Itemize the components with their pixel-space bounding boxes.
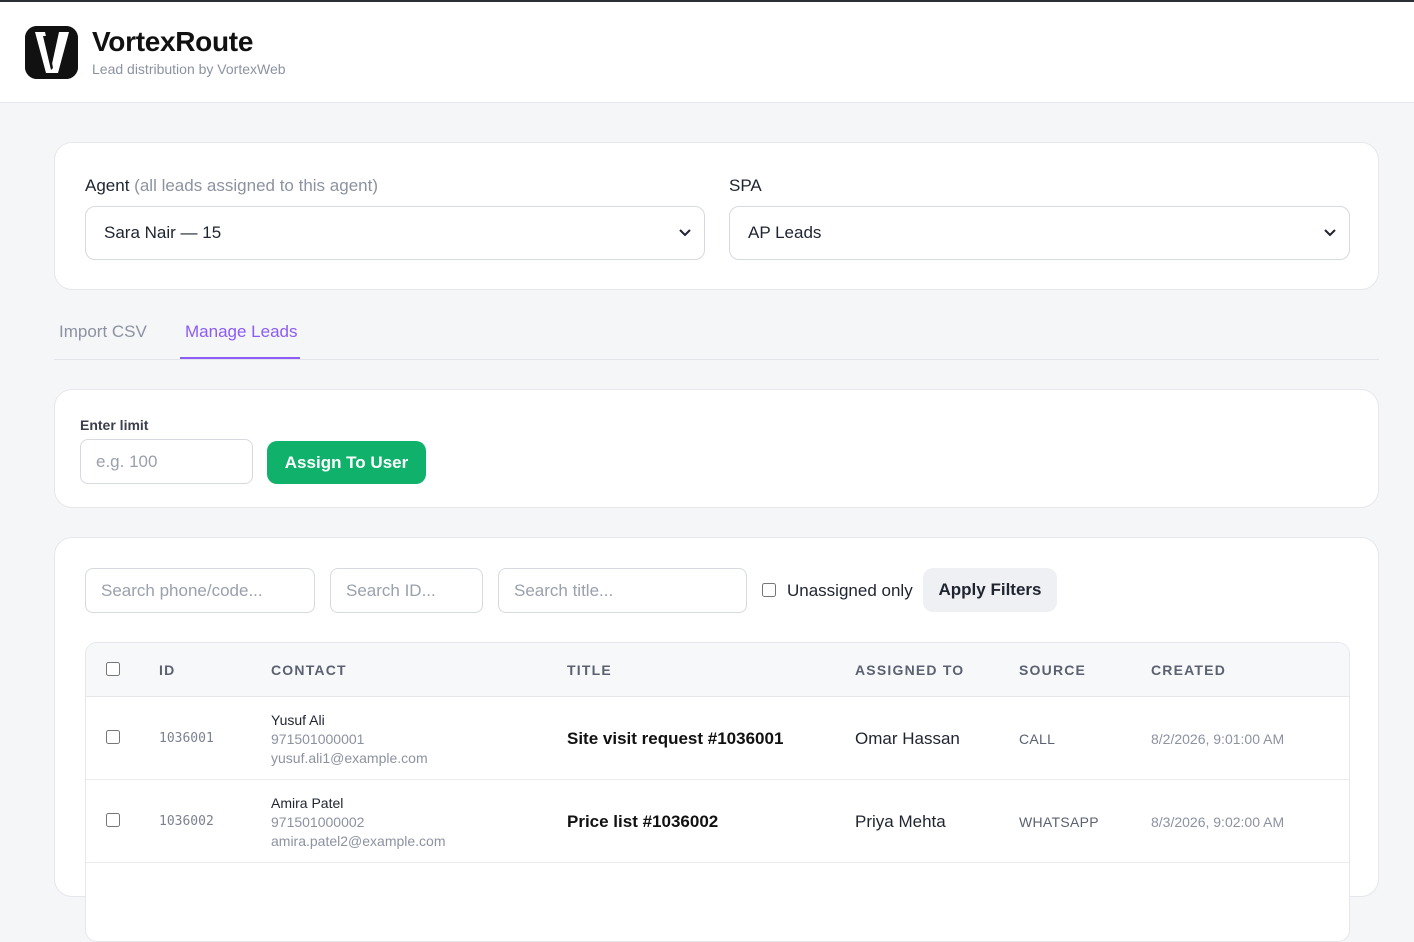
agent-select-value: Sara Nair — 15 [104,223,222,242]
agent-spa-card: Agent (all leads assigned to this agent)… [54,142,1379,290]
lead-created: 8/2/2026, 9:01:00 AM [1151,731,1285,747]
spa-select[interactable]: AP Leads [729,206,1350,260]
tab-bar: Import CSV Manage Leads [54,312,1379,360]
search-id-input[interactable] [330,568,483,613]
lead-title: Site visit request #1036001 [567,729,784,748]
contact-name: Yusuf Ali [271,712,325,728]
leads-table-card: Unassigned only Apply Filters ID CONTACT… [54,537,1379,942]
contact-phone: 971501000001 [271,731,365,747]
leads-table: ID CONTACT TITLE ASSIGNED TO SOURCE CREA… [85,642,1350,942]
contact-email: amira.patel2@example.com [271,833,446,849]
lead-contact: Yusuf Ali 971501000001 yusuf.ali1@exampl… [271,712,428,766]
lead-source: WHATSAPP [1019,814,1099,830]
limit-input[interactable] [80,439,253,484]
v-logo-icon [25,25,78,79]
contact-email: yusuf.ali1@example.com [271,750,428,766]
lead-contact: Amira Patel 971501000002 amira.patel2@ex… [271,795,446,849]
chevron-down-icon [1324,229,1336,237]
table-row[interactable]: 1036002 Amira Patel 971501000002 amira.p… [86,780,1349,863]
column-header-title[interactable]: TITLE [567,662,612,678]
lead-assigned-to: Omar Hassan [855,729,960,748]
assign-to-user-button[interactable]: Assign To User [267,441,426,484]
lead-created: 8/3/2026, 9:02:00 AM [1151,814,1285,830]
agent-label: Agent [85,176,130,195]
vortexroute-logo [25,25,78,79]
table-row[interactable]: 1036001 Yusuf Ali 971501000001 yusuf.ali… [86,697,1349,780]
table-header: ID CONTACT TITLE ASSIGNED TO SOURCE CREA… [86,643,1349,697]
limit-label: Enter limit [80,417,149,433]
lead-title: Price list #1036002 [567,812,719,831]
app-header: VortexRoute Lead distribution by VortexW… [0,2,1414,103]
active-tab-indicator [180,357,300,359]
app-name: VortexRoute [92,25,254,57]
unassigned-only-label: Unassigned only [787,581,913,600]
agent-select[interactable]: Sara Nair — 15 [85,206,705,260]
select-all-checkbox[interactable] [106,662,120,676]
apply-filters-button[interactable]: Apply Filters [923,568,1057,612]
unassigned-only-checkbox[interactable] [762,583,776,597]
row-checkbox[interactable] [106,813,120,827]
search-phone-input[interactable] [85,568,315,613]
spa-select-value: AP Leads [748,223,822,242]
contact-phone: 971501000002 [271,814,365,830]
contact-name: Amira Patel [271,795,344,811]
chevron-down-icon [679,229,691,237]
column-header-source[interactable]: SOURCE [1019,662,1086,678]
tab-manage-leads[interactable]: Manage Leads [185,322,297,342]
row-checkbox[interactable] [106,730,120,744]
lead-id: 1036002 [159,814,214,829]
lead-source: CALL [1019,731,1056,747]
assign-card: Enter limit Assign To User [54,389,1379,508]
agent-hint: (all leads assigned to this agent) [134,176,378,195]
lead-id: 1036001 [159,731,214,746]
spa-label: SPA [729,176,762,195]
column-header-contact[interactable]: CONTACT [271,662,347,678]
agent-label-group: Agent (all leads assigned to this agent) [85,176,378,196]
column-header-created[interactable]: CREATED [1151,662,1226,678]
column-header-id[interactable]: ID [159,662,175,678]
brand-block: VortexRoute Lead distribution by VortexW… [92,25,286,78]
app-tagline: Lead distribution by VortexWeb [92,61,286,78]
tab-import-csv[interactable]: Import CSV [59,322,147,342]
search-title-input[interactable] [498,568,747,613]
column-header-assigned-to[interactable]: ASSIGNED TO [855,662,964,678]
lead-assigned-to: Priya Mehta [855,812,946,831]
